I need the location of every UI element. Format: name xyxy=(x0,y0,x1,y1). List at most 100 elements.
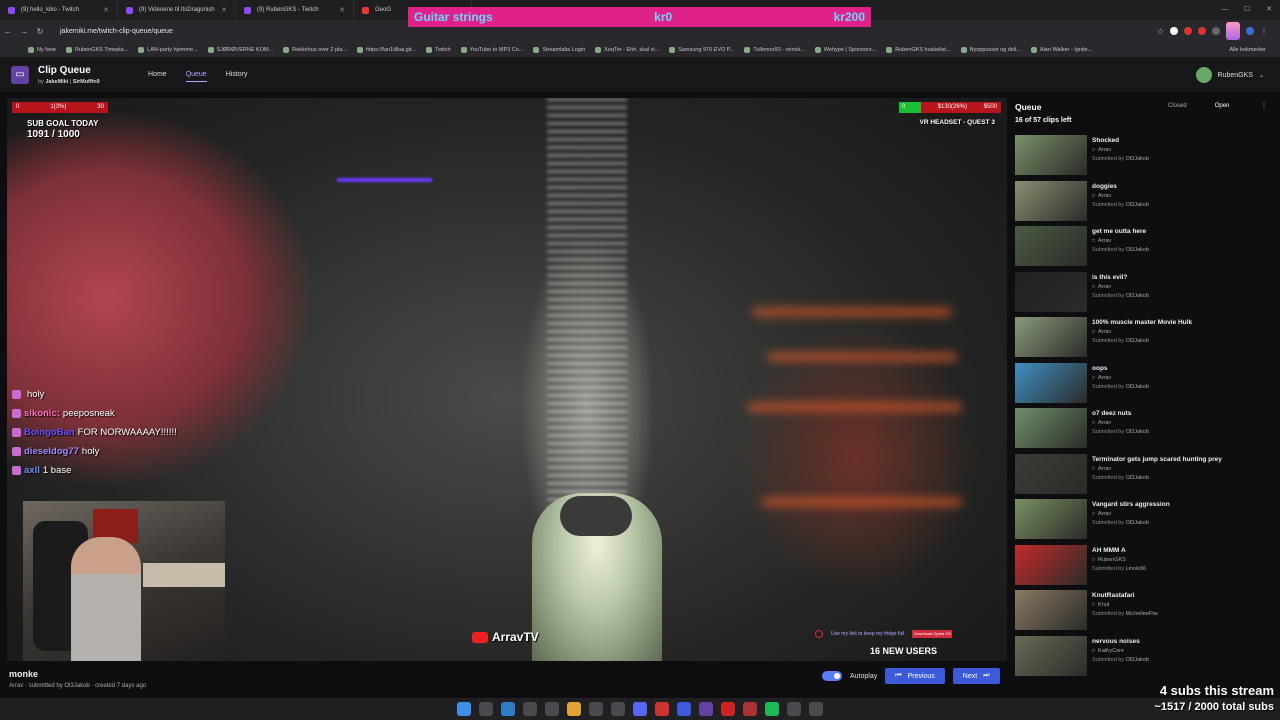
queue-item[interactable]: AH MMM A RubenGKS Submitted by Linnis96 xyxy=(1015,544,1280,591)
author-link[interactable]: SirMuffin9 xyxy=(73,79,100,85)
bookmark-item[interactable]: RubenGKS Timepla... xyxy=(65,46,128,53)
clip-thumbnail[interactable] xyxy=(1015,362,1087,403)
queue-item[interactable]: is this evil? Arrav Submitted by Ol3Jakob xyxy=(1015,271,1280,318)
bookmark-item[interactable]: Rekkehus over 2 pla... xyxy=(283,46,347,53)
clip-thumbnail[interactable] xyxy=(1015,317,1087,357)
extension-icon[interactable] xyxy=(1212,27,1220,35)
app-icon[interactable] xyxy=(787,702,801,716)
discord-icon[interactable] xyxy=(633,702,647,716)
clip-thumbnail[interactable] xyxy=(1015,180,1087,221)
queue-item[interactable]: KnutRastafari Knut Submitted by MichelleeF… xyxy=(1015,590,1280,636)
file-explorer-icon[interactable] xyxy=(479,702,493,716)
queue-item[interactable]: get me outta here Arrav Submitted by Ol3Ja… xyxy=(1015,226,1280,272)
bookmark-item[interactable]: LAN-party hjemme... xyxy=(138,46,198,53)
bookmark-item[interactable]: SJØRØVERNE KOM... xyxy=(207,46,273,53)
minimize-icon[interactable]: — xyxy=(1214,0,1236,20)
maximize-icon[interactable]: ☐ xyxy=(1236,0,1258,20)
bookmark-item[interactable]: RubenGKS huskelist... xyxy=(886,46,951,53)
clip-thumbnail[interactable] xyxy=(1015,635,1087,676)
clip-title: KnutRastafari xyxy=(1092,592,1135,599)
clip-thumbnail[interactable] xyxy=(1015,544,1087,585)
more-options-icon[interactable]: ⋮ xyxy=(1260,101,1268,110)
app-icon[interactable] xyxy=(655,702,669,716)
queue-item[interactable]: o7 deez nuts Arrav Submitted by Ol3Jakob xyxy=(1015,408,1280,454)
bookmark-item[interactable]: YouTube to MP3 Co... xyxy=(460,46,523,53)
bookmark-item[interactable]: Samsung 970 EVO P... xyxy=(669,46,734,53)
autoplay-toggle[interactable] xyxy=(822,671,842,681)
bookmark-item[interactable]: https://fan1tilkai.git... xyxy=(356,46,416,53)
chrome-icon[interactable] xyxy=(567,702,581,716)
clip-thumbnail[interactable] xyxy=(1015,453,1087,494)
queue-item[interactable]: Shocked Arrav Submitted by Ol3Jakob xyxy=(1015,135,1280,181)
forward-icon[interactable]: → xyxy=(16,27,32,36)
video-frame-detail xyxy=(762,498,962,506)
clip-thumbnail[interactable] xyxy=(1015,499,1087,539)
bookmark-item[interactable]: Twitch xyxy=(426,46,451,53)
profile-avatar[interactable] xyxy=(1226,22,1240,40)
close-window-icon[interactable]: ✕ xyxy=(1258,0,1280,20)
extension-icon[interactable] xyxy=(1198,27,1206,35)
clip-submitter: Submitted by Ol3Jakob xyxy=(1092,383,1149,390)
bookmark-item[interactable]: Nyoppusset og deli... xyxy=(960,46,1021,53)
browser-tab[interactable]: (9) RubenGKS - Twitch ✕ xyxy=(236,0,354,20)
clip-thumbnail[interactable] xyxy=(1015,408,1087,448)
badge-icon xyxy=(12,390,21,399)
user-menu[interactable]: RubenGKS ⌄ xyxy=(1195,67,1264,83)
extension-icon[interactable] xyxy=(1184,27,1192,35)
bookmark-item[interactable]: Alan Walker - Ignite... xyxy=(1030,46,1092,53)
clip-thumbnail[interactable] xyxy=(1015,271,1087,312)
settings-icon[interactable] xyxy=(809,702,823,716)
app-icon[interactable] xyxy=(523,702,537,716)
clip-queue-logo-icon[interactable]: ▭ xyxy=(11,66,29,84)
next-button[interactable]: Next ⏭ xyxy=(952,668,1000,684)
queue-item[interactable]: 100% muscle master Movie Hulk Arrav Submit… xyxy=(1015,317,1280,363)
menu-icon[interactable]: ⋮ xyxy=(1260,27,1268,36)
nav-history[interactable]: History xyxy=(226,71,248,82)
clip-title: Vangard stirs aggression xyxy=(1092,501,1170,508)
browser-tab[interactable]: (9) Videoene til ItsDragonish ✕ xyxy=(118,0,236,20)
app-icon[interactable] xyxy=(743,702,757,716)
bookmark-item[interactable]: Streamlabs Login xyxy=(533,46,585,53)
app-icon[interactable] xyxy=(721,702,735,716)
bookmark-item[interactable]: Ny fane xyxy=(28,46,56,53)
previous-button[interactable]: ⏮ Previous xyxy=(885,668,945,684)
bookmark-item[interactable]: Tullemor93 - reinsk... xyxy=(744,46,805,53)
app-icon[interactable] xyxy=(589,702,603,716)
close-icon[interactable]: ✕ xyxy=(221,6,227,14)
author-link[interactable]: JakeMiki xyxy=(45,79,68,85)
bookmark-item[interactable]: Wehype | Sponsors... xyxy=(814,46,876,53)
queue-item[interactable]: doggies Arrav Submitted by Ol3Jakob xyxy=(1015,180,1280,227)
app-icon[interactable] xyxy=(699,702,713,716)
reload-icon[interactable]: ↻ xyxy=(32,27,48,36)
extension-icon[interactable] xyxy=(1170,27,1178,35)
tab-open[interactable]: Open xyxy=(1215,103,1230,109)
close-icon[interactable]: ✕ xyxy=(103,6,109,14)
twitch-icon xyxy=(126,6,133,14)
video-player[interactable]: 0 1(3%) 30 SUB GOAL TODAY 1091 / 1000 0 … xyxy=(7,98,1007,661)
app-icon[interactable] xyxy=(545,702,559,716)
back-icon[interactable]: ← xyxy=(0,27,16,36)
browser-tab[interactable]: (9) hello_kiko - Twitch ✕ xyxy=(0,0,118,20)
spotify-icon[interactable] xyxy=(765,702,779,716)
queue-item[interactable]: Terminator gets jump scared hunting prey… xyxy=(1015,453,1280,500)
app-icon[interactable] xyxy=(677,702,691,716)
queue-item[interactable]: Vangard stirs aggression Arrav Submitted b… xyxy=(1015,499,1280,545)
nav-queue[interactable]: Queue xyxy=(185,71,207,82)
clip-thumbnail[interactable] xyxy=(1015,135,1087,175)
bookmark-star-icon[interactable]: ☆ xyxy=(1157,27,1164,36)
app-icon[interactable] xyxy=(611,702,625,716)
start-icon[interactable] xyxy=(457,702,471,716)
extension-icon[interactable] xyxy=(1246,27,1254,35)
nav-home[interactable]: Home xyxy=(148,71,167,82)
bookmark-item[interactable]: XeqTer - Ehh, skal vi... xyxy=(595,46,659,53)
clip-channel: Knut xyxy=(1092,602,1109,608)
all-bookmarks[interactable]: Alle bokmerker xyxy=(1229,42,1266,57)
clip-thumbnail[interactable] xyxy=(1015,590,1087,630)
url-field[interactable]: jakemiki.me/twitch-clip-queue/queue xyxy=(60,28,173,35)
edge-icon[interactable] xyxy=(501,702,515,716)
queue-item[interactable]: nervous noises KathyCore Submitted by Ol3J… xyxy=(1015,635,1280,682)
queue-item[interactable]: oops Arrav Submitted by Ol3Jakob xyxy=(1015,362,1280,409)
close-icon[interactable]: ✕ xyxy=(339,6,345,14)
clip-thumbnail[interactable] xyxy=(1015,226,1087,266)
tab-closed[interactable]: Closed xyxy=(1168,103,1187,109)
